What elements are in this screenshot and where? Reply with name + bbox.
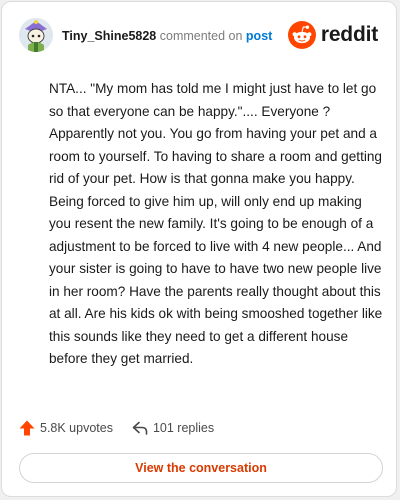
upvote-button[interactable]: 5.8K upvotes [18,419,113,437]
upvote-count: 5.8K upvotes [40,421,113,435]
reddit-brand[interactable]: reddit [287,20,378,50]
snoo-avatar-icon[interactable] [19,18,53,52]
reply-arrow-icon [131,419,149,437]
username[interactable]: Tiny_Shine5828 [62,29,156,43]
action-text: commented on [159,29,243,43]
reply-count: 101 replies [152,421,215,435]
comment-card: Tiny_Shine5828 commented on post reddit [1,1,397,497]
replies-button[interactable]: 101 replies [131,419,214,437]
comment-body: NTA... "My mom has told me I might just … [49,81,383,366]
comment-actions: 5.8K upvotes 101 replies [18,418,214,438]
view-conversation-button[interactable]: View the conversation [19,453,383,483]
reddit-wordmark: reddit [320,23,378,46]
post-link[interactable]: post [246,29,272,43]
comment-meta: Tiny_Shine5828 commented on post [62,28,272,44]
upvote-arrow-icon [18,419,36,437]
reddit-alien-icon [287,21,316,49]
comment-header: Tiny_Shine5828 commented on post reddit [19,18,380,54]
